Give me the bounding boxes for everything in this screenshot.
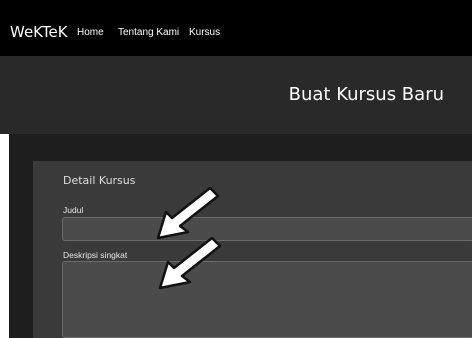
brand-logo[interactable]: WeKTeK [10,23,68,41]
description-textarea[interactable] [62,261,472,338]
title-input[interactable] [62,217,472,241]
nav-link-home[interactable]: Home [77,27,104,39]
left-strip [0,134,9,338]
nav-link-tentang-kami[interactable]: Tentang Kami [118,27,179,39]
page-title: Buat Kursus Baru [288,84,444,105]
nav-link-kursus[interactable]: Kursus [189,27,220,39]
title-label: Judul [63,205,84,215]
navbar: WeKTeK Home Tentang Kami Kursus [0,0,472,56]
page-header: Buat Kursus Baru [0,56,472,134]
form-heading: Detail Kursus [63,174,136,187]
description-label: Deskripsi singkat [63,250,128,260]
